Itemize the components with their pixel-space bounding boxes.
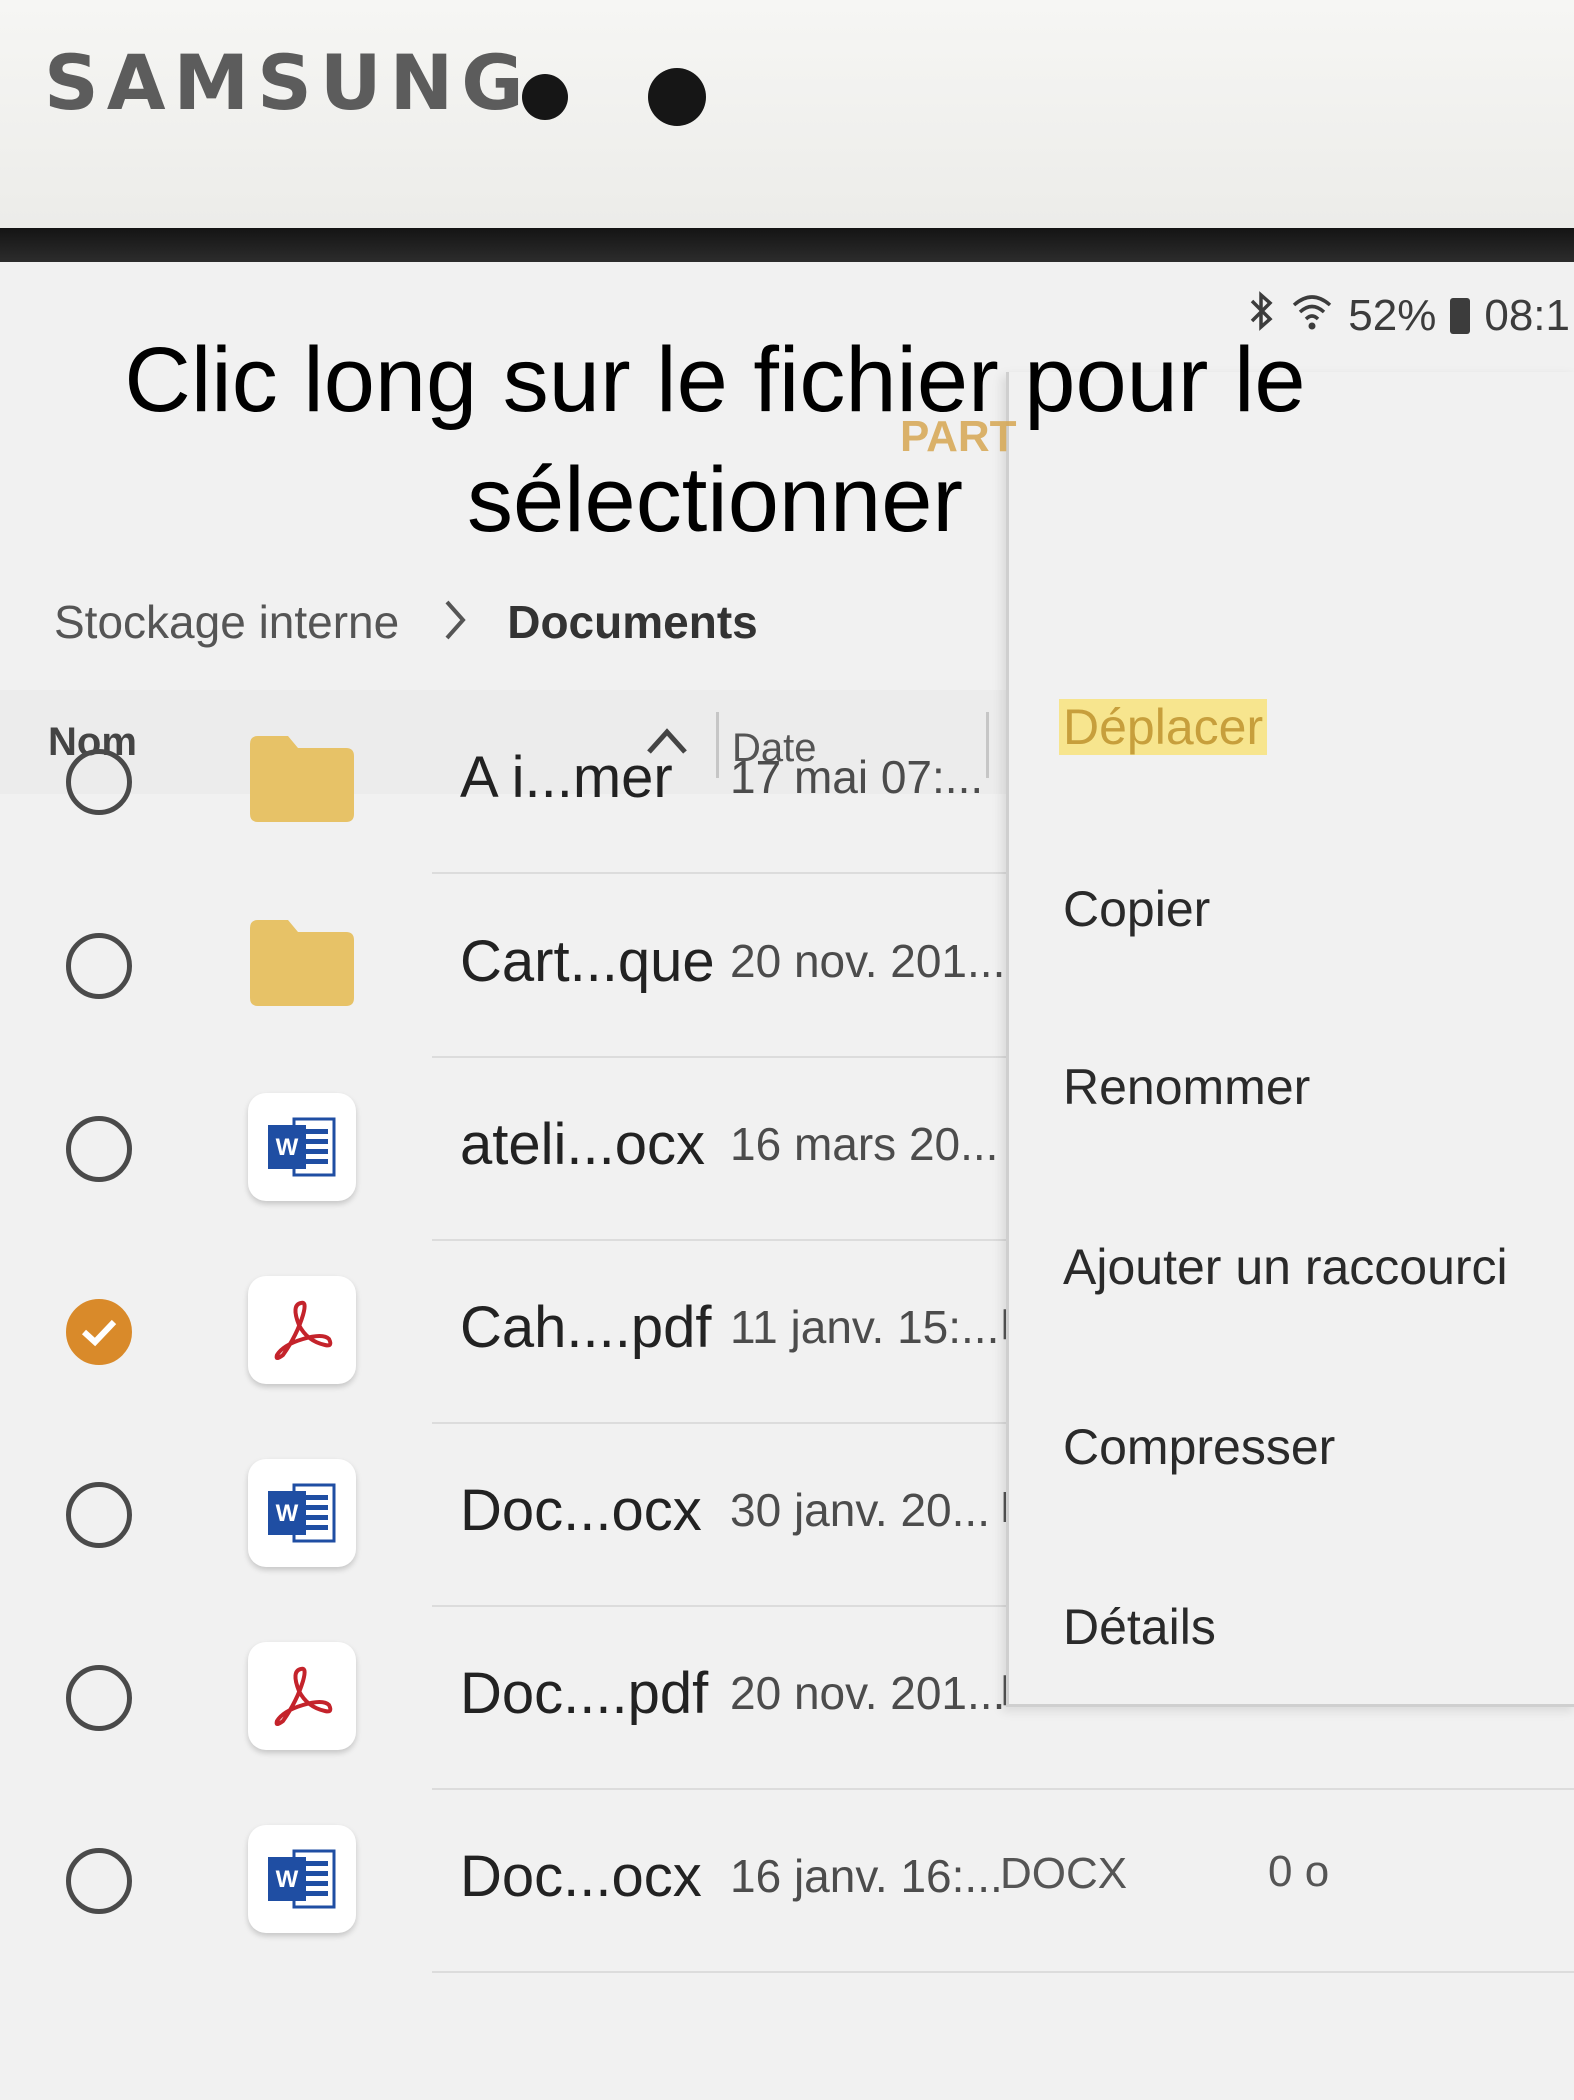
menu-item-add-shortcut[interactable]: Ajouter un raccourci	[1063, 1238, 1508, 1296]
file-date: 17 mai 07:...	[730, 751, 984, 803]
svg-text:W: W	[276, 1866, 299, 1893]
folder-icon	[248, 910, 356, 1018]
file-row[interactable]: W Doc...ocx 16 janv. 16:... DOCX 0 o	[0, 1789, 1574, 1973]
word-icon: W	[248, 1093, 356, 1201]
word-icon: W	[248, 1825, 356, 1933]
file-date: 11 janv. 15:...	[730, 1301, 1000, 1353]
pdf-icon	[248, 1642, 356, 1750]
screen-edge	[0, 228, 1574, 262]
file-date: 20 nov. 201...	[730, 1667, 1006, 1719]
clock: 08:1	[1484, 291, 1570, 340]
file-name: Doc....pdf	[460, 1661, 709, 1726]
file-date: 16 mars 20...	[730, 1118, 999, 1170]
svg-text:W: W	[276, 1500, 299, 1527]
chevron-right-icon	[443, 590, 467, 655]
checkbox[interactable]	[66, 1848, 132, 1914]
file-date: 30 janv. 20...	[730, 1484, 990, 1536]
check-icon	[81, 1319, 117, 1347]
file-date: 20 nov. 201...	[730, 935, 1006, 987]
file-date: 16 janv. 16:...	[730, 1850, 1003, 1902]
breadcrumb-current[interactable]: Documents	[507, 595, 757, 649]
battery-icon	[1450, 298, 1471, 334]
checkbox-checked[interactable]	[66, 1299, 132, 1365]
file-size: 0 o	[1268, 1847, 1330, 1896]
caption-line-1: Clic long sur le fichier pour le	[124, 329, 1306, 431]
checkbox[interactable]	[66, 1665, 132, 1731]
device-brand: SAMSUNG	[44, 38, 532, 127]
camera-lens	[648, 68, 706, 126]
tablet-screen: 52% 08:1 Stockage interne Documents Nom …	[0, 262, 1574, 2100]
folder-icon	[248, 726, 356, 834]
svg-text:W: W	[276, 1134, 299, 1161]
file-type: DOCX	[1000, 1849, 1128, 1898]
word-icon: W	[248, 1459, 356, 1567]
menu-item-details[interactable]: Détails	[1063, 1598, 1216, 1656]
checkbox[interactable]	[66, 1116, 132, 1182]
file-name: Cart...que	[460, 929, 715, 994]
breadcrumb: Stockage interne Documents	[54, 582, 758, 662]
file-name: Doc...ocx	[460, 1844, 702, 1909]
row-divider	[432, 1971, 1574, 1973]
menu-item-rename[interactable]: Renommer	[1063, 1058, 1310, 1116]
checkbox[interactable]	[66, 933, 132, 999]
checkbox[interactable]	[66, 1482, 132, 1548]
menu-item-move[interactable]: Déplacer	[1059, 698, 1268, 756]
menu-item-compress[interactable]: Compresser	[1063, 1418, 1335, 1476]
breadcrumb-root[interactable]: Stockage interne	[54, 595, 399, 649]
file-name: Doc...ocx	[460, 1478, 702, 1543]
menu-item-copy[interactable]: Copier	[1063, 880, 1210, 938]
device-bezel: SAMSUNG	[0, 0, 1574, 228]
camera-dot	[522, 74, 568, 120]
file-name: Cah....pdf	[460, 1295, 712, 1360]
context-menu: Déplacer Copier Renommer Ajouter un racc…	[1006, 372, 1574, 1707]
file-name: ateli...ocx	[460, 1112, 705, 1177]
pdf-icon	[248, 1276, 356, 1384]
file-manager: 52% 08:1 Stockage interne Documents Nom …	[0, 262, 1574, 2100]
instruction-caption: Clic long sur le fichier pour le sélecti…	[0, 320, 1430, 560]
checkbox[interactable]	[66, 749, 132, 815]
file-name: A i...mer	[460, 745, 673, 810]
caption-line-2: sélectionner	[466, 449, 964, 551]
